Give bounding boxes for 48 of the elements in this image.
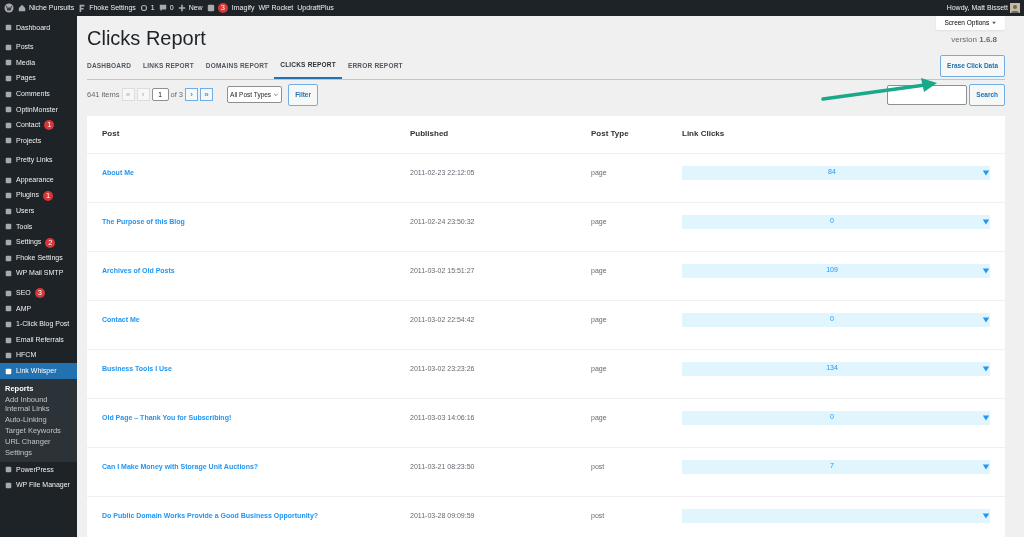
square-icon: [5, 321, 12, 328]
column-header: Published: [410, 128, 450, 140]
caret-icon: [982, 168, 990, 177]
next-page-button[interactable]: ›: [185, 88, 199, 102]
square-icon: [5, 90, 12, 98]
square-icon: [5, 75, 12, 83]
caret-icon: [982, 266, 990, 275]
square-icon: [5, 481, 12, 489]
square-icon: [5, 352, 12, 360]
square-icon: [5, 367, 12, 375]
square-icon: [5, 305, 12, 313]
refresh-icon: [139, 4, 148, 12]
caret-icon: [982, 364, 990, 373]
letter-f-icon: [78, 4, 87, 12]
page-title: Clicks Report: [87, 26, 206, 50]
column-header: Post: [101, 128, 121, 140]
square-icon: [5, 466, 12, 474]
caret-icon: [982, 462, 990, 471]
caret-icon: [982, 315, 990, 324]
square-icon: [5, 59, 12, 67]
square-icon: [5, 270, 12, 278]
comment-icon: [158, 4, 167, 12]
square-icon: [5, 43, 12, 51]
column-header: Link Clicks: [682, 128, 726, 140]
square-icon: [5, 207, 12, 215]
square-icon: [5, 121, 12, 129]
square-icon: [5, 336, 12, 344]
square-icon: [5, 176, 12, 184]
square-icon: [5, 106, 12, 114]
square-icon: [5, 289, 12, 297]
home-icon: [18, 4, 26, 12]
version-label: version 1.6.8: [951, 33, 997, 46]
chevron-icon: [273, 91, 280, 98]
plus-icon: [177, 4, 186, 12]
square-icon: [5, 157, 12, 165]
caret-icon: [991, 20, 997, 27]
avatar-icon: [1010, 3, 1020, 13]
column-header: Post Type: [591, 128, 630, 140]
last-page-button[interactable]: »: [200, 88, 214, 102]
square-icon: [5, 254, 12, 262]
caret-icon: [982, 217, 990, 226]
square-icon: [5, 137, 12, 145]
square-icon: [5, 239, 12, 246]
square-icon: [5, 24, 12, 32]
caret-icon: [982, 413, 990, 422]
square-icon: [5, 192, 12, 200]
caret-icon: [982, 511, 990, 520]
square-icon: [5, 223, 12, 231]
